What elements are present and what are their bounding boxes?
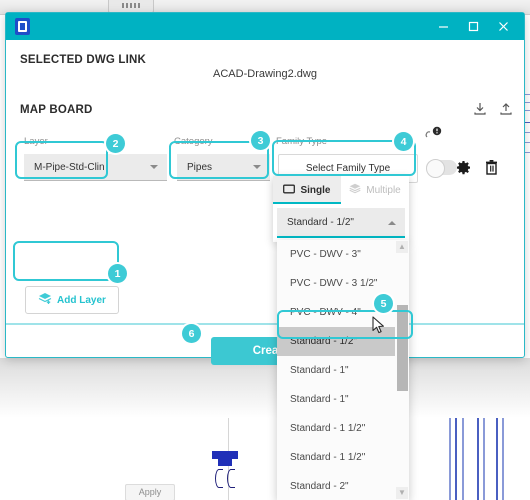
screenshot-root: Apply SELECTED DWG LINK ACAD-Drawing2.dw… xyxy=(0,0,530,500)
pipe-arc xyxy=(215,469,223,488)
dwg-link-dialog: SELECTED DWG LINK ACAD-Drawing2.dwg MAP … xyxy=(5,12,525,365)
list-item[interactable]: Standard - 1 1/2" xyxy=(277,414,409,443)
link-info-icon xyxy=(424,126,446,147)
step-badge-4: 4 xyxy=(394,132,413,151)
layer-select-value: M-Pipe-Std-Clin xyxy=(34,161,105,173)
option-standard-half[interactable]: Standard - 1/2" xyxy=(277,327,409,356)
maximize-button[interactable] xyxy=(458,13,488,40)
stack-icon xyxy=(349,183,361,197)
family-type-select[interactable]: Standard - 1/2" xyxy=(277,208,405,238)
chevron-down-icon xyxy=(150,165,158,169)
download-icon[interactable] xyxy=(472,101,488,122)
gear-icon[interactable] xyxy=(455,159,472,181)
row-enable-toggle[interactable] xyxy=(426,159,457,178)
mouse-cursor xyxy=(372,316,386,340)
tab-multiple[interactable]: Multiple xyxy=(341,176,409,204)
scroll-down-icon[interactable]: ▼ xyxy=(396,487,408,499)
single-icon xyxy=(283,184,296,197)
apply-button[interactable]: Apply xyxy=(125,484,175,500)
dwg-file-name: ACAD-Drawing2.dwg xyxy=(213,68,317,80)
family-type-select-value: Standard - 1/2" xyxy=(287,216,354,228)
list-item[interactable]: Standard - 1" xyxy=(277,385,409,414)
dialog-titlebar[interactable] xyxy=(6,13,524,40)
trash-icon[interactable] xyxy=(484,159,499,181)
step-badge-5: 5 xyxy=(374,294,393,313)
scroll-up-icon[interactable]: ▲ xyxy=(396,241,408,253)
tab-multiple-label: Multiple xyxy=(366,184,401,196)
chevron-up-icon xyxy=(388,221,396,225)
app-icon xyxy=(15,18,30,35)
list-item[interactable]: Standard - 1" xyxy=(277,356,409,385)
category-select-value: Pipes xyxy=(187,161,213,173)
background-gradient xyxy=(0,358,530,418)
add-layer-label: Add Layer xyxy=(57,294,106,306)
tab-single-label: Single xyxy=(300,184,331,196)
category-column-label: Category xyxy=(174,136,213,147)
family-type-column-label: Family Type xyxy=(276,136,328,147)
scrollbar-thumb[interactable] xyxy=(397,305,408,391)
close-button[interactable] xyxy=(488,13,518,40)
toggle-knob xyxy=(426,159,445,178)
pipe-arc xyxy=(227,469,235,488)
layers-add-icon xyxy=(38,292,52,308)
list-item[interactable]: PVC - DWV - 3 1/2" xyxy=(277,269,409,298)
add-layer-button[interactable]: Add Layer xyxy=(25,286,119,314)
layer-select[interactable]: M-Pipe-Std-Clin xyxy=(24,154,167,181)
grip-dots-icon xyxy=(122,3,140,8)
map-board-title: MAP BOARD xyxy=(20,104,93,116)
family-mode-tabs: Single Multiple xyxy=(273,176,409,204)
upload-icon[interactable] xyxy=(498,101,514,122)
list-item[interactable]: Standard - 1 1/2" xyxy=(277,443,409,472)
step-badge-2: 2 xyxy=(106,134,125,153)
selected-dwg-link-title: SELECTED DWG LINK xyxy=(20,54,147,66)
step-badge-6: 6 xyxy=(182,324,201,343)
pipe-fitting xyxy=(218,456,232,466)
list-item[interactable]: PVC - DWV - 3" xyxy=(277,240,409,269)
chevron-down-icon xyxy=(253,165,261,169)
tab-single[interactable]: Single xyxy=(273,176,341,204)
dialog-divider xyxy=(6,323,524,325)
option-list-scrollbar[interactable]: ▲ ▼ xyxy=(395,240,409,500)
family-type-option-list: PVC - DWV - 3" PVC - DWV - 3 1/2" PVC - … xyxy=(277,240,409,500)
step-badge-1: 1 xyxy=(108,264,127,283)
list-item[interactable]: Standard - 2" xyxy=(277,472,409,500)
family-type-popup: Single Multiple Standard - 1/2" xyxy=(273,176,409,242)
category-select[interactable]: Pipes xyxy=(177,154,270,181)
layer-column-label: Layer xyxy=(24,136,48,147)
step-badge-3: 3 xyxy=(251,131,270,150)
minimize-button[interactable] xyxy=(428,13,458,40)
dialog-body: SELECTED DWG LINK ACAD-Drawing2.dwg MAP … xyxy=(6,40,524,357)
